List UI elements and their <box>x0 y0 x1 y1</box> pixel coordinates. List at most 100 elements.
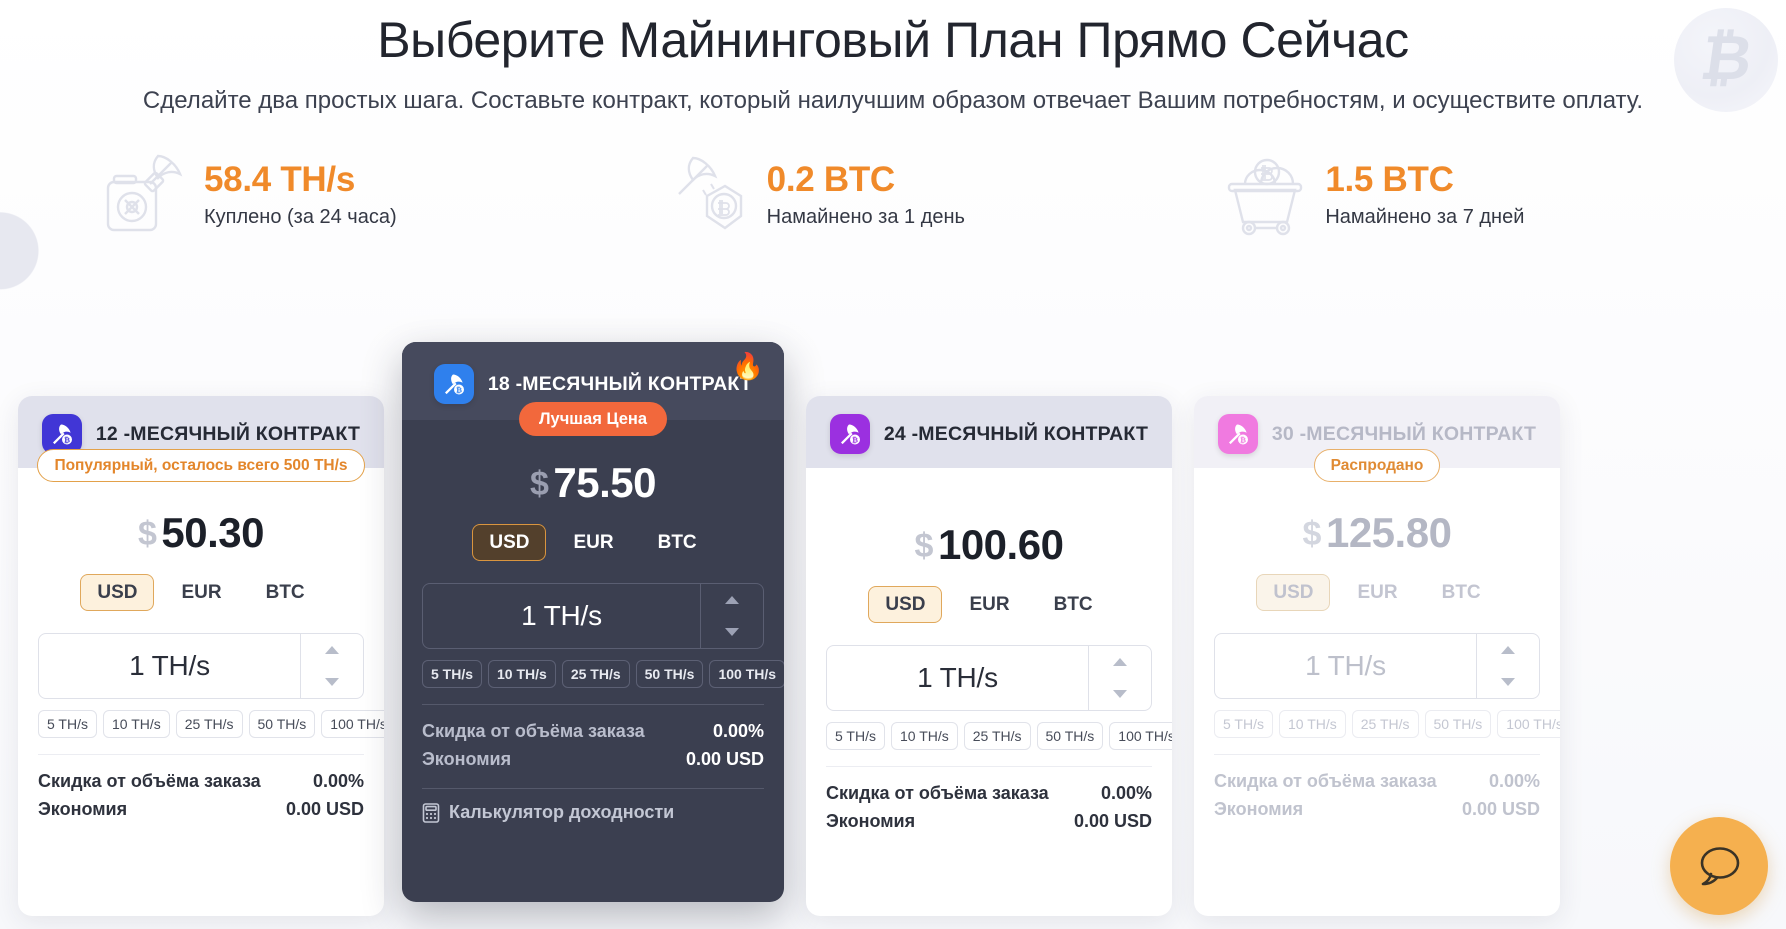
currency-symbol: $ <box>529 465 549 504</box>
currency-option-btc[interactable]: BTC <box>1037 586 1110 623</box>
price-value: 50.30 <box>161 509 265 557</box>
hashrate-presets[interactable]: 5 TH/s 10 TH/s 25 TH/s 50 TH/s 100 TH/s <box>826 722 1172 751</box>
stat-bought-24h: 58.4 TH/s Куплено (за 24 часа) <box>60 154 605 236</box>
pickaxe-bitcoin-icon: ₿ <box>1217 414 1258 454</box>
stepper-up-icon[interactable] <box>1089 646 1151 678</box>
currency-option-eur[interactable]: EUR <box>952 586 1026 623</box>
stepper-up-icon[interactable] <box>701 584 763 616</box>
stepper-down-icon[interactable] <box>1089 678 1151 710</box>
stepper-up-icon[interactable] <box>301 634 363 666</box>
price-value: 100.60 <box>937 521 1064 568</box>
chat-bubble-icon <box>1695 843 1743 889</box>
pricing-page: ₿ Выберите Майнинговый План Прямо Сейчас… <box>0 0 1786 929</box>
hashrate-stepper[interactable]: 1 TH/s <box>422 583 764 650</box>
plan-badge-wrap: Лучшая Цена <box>402 402 784 437</box>
svg-text:₿: ₿ <box>456 386 462 395</box>
stepper-down-icon[interactable] <box>701 616 763 648</box>
plan-summary: Скидка от объёма заказа 0.00% Экономия 0… <box>1214 754 1540 824</box>
currency-symbol: $ <box>137 515 157 554</box>
plan-name: 24 -МЕСЯЧНЫЙ КОНТРАКТ <box>883 422 1149 445</box>
plan-cards: ₿ 12 -МЕСЯЧНЫЙ КОНТРАКТ Популярный, оста… <box>0 342 1786 929</box>
page-title: Выберите Майнинговый План Прямо Сейчас <box>377 12 1409 68</box>
currency-option-usd[interactable]: USD <box>868 586 943 623</box>
stat-value: 58.4 TH/s <box>204 159 355 199</box>
discount-row: Скидка от объёма заказа 0.00% <box>38 768 364 796</box>
hashrate-value[interactable]: 1 TH/s <box>39 634 300 698</box>
stepper-buttons <box>1476 634 1539 699</box>
savings-row: Экономия 0.00 USD <box>1214 796 1540 824</box>
hashrate-stepper[interactable]: 1 TH/s <box>826 645 1152 711</box>
preset-10[interactable]: 10 TH/s <box>890 722 958 751</box>
currency-selector[interactable]: USD EUR BTC <box>18 574 384 612</box>
preset-25[interactable]: 25 TH/s <box>175 710 243 739</box>
currency-option-usd[interactable]: USD <box>472 524 547 562</box>
plan-card-header: ₿ 24 -МЕСЯЧНЫЙ КОНТРАКТ <box>806 396 1172 468</box>
currency-selector: USD EUR BTC <box>1194 574 1560 612</box>
stats-row: 58.4 TH/s Куплено (за 24 часа) 0.2 BTC Н… <box>0 154 1786 236</box>
discount-label: Скидка от объёма заказа <box>826 783 1049 804</box>
preset-25[interactable]: 25 TH/s <box>561 660 630 689</box>
preset-5[interactable]: 5 TH/s <box>422 660 483 689</box>
hashrate-stepper[interactable]: 1 TH/s <box>38 633 364 700</box>
plan-badge-wrap: Распродано <box>1194 449 1560 483</box>
preset-50[interactable]: 50 TH/s <box>248 710 316 739</box>
preset-100[interactable]: 100 TH/s <box>709 660 784 689</box>
preset-10[interactable]: 10 TH/s <box>102 710 170 739</box>
stepper-down-icon[interactable] <box>301 666 363 698</box>
plan-summary: Скидка от объёма заказа 0.00% Экономия 0… <box>38 754 364 824</box>
savings-value: 0.00 USD <box>285 799 364 820</box>
plan-card-30-month-sold-out[interactable]: ₿ 30 -МЕСЯЧНЫЙ КОНТРАКТ Распродано $125.… <box>1194 396 1560 916</box>
price-value: 125.80 <box>1325 509 1452 557</box>
plan-name: 12 -МЕСЯЧНЫЙ КОНТРАКТ <box>95 422 361 445</box>
currency-selector[interactable]: USD EUR BTC <box>806 586 1172 623</box>
currency-option-btc[interactable]: BTC <box>641 524 714 561</box>
stat-mined-1day: 0.2 BTC Намайнено за 1 день <box>605 154 1168 236</box>
preset-5: 5 TH/s <box>1214 710 1273 739</box>
hashrate-presets: 5 TH/s 10 TH/s 25 TH/s 50 TH/s 100 TH/s <box>1214 710 1560 739</box>
plan-card-18-month-featured[interactable]: ₿ 18 -МЕСЯЧНЫЙ КОНТРАКТ 🔥 Лучшая Цена $7… <box>402 342 784 902</box>
plan-summary: Скидка от объёма заказа 0.00% Экономия 0… <box>422 704 764 774</box>
plan-card-12-month[interactable]: ₿ 12 -МЕСЯЧНЫЙ КОНТРАКТ Популярный, оста… <box>18 396 384 916</box>
stepper-down-icon <box>1477 666 1539 698</box>
preset-50[interactable]: 50 TH/s <box>635 660 704 689</box>
hashrate-presets[interactable]: 5 TH/s 10 TH/s 25 TH/s 50 TH/s 100 TH/s <box>422 660 784 689</box>
plan-badge-popular: Популярный, осталось всего 500 TH/s <box>37 449 365 483</box>
preset-5[interactable]: 5 TH/s <box>38 710 97 739</box>
pickaxe-coin-icon <box>663 154 751 236</box>
hashrate-presets[interactable]: 5 TH/s 10 TH/s 25 TH/s 50 TH/s 100 TH/s <box>38 710 384 739</box>
preset-100[interactable]: 100 TH/s <box>1109 722 1172 751</box>
stat-value: 0.2 BTC <box>766 159 896 199</box>
preset-50[interactable]: 50 TH/s <box>1036 722 1104 751</box>
preset-100[interactable]: 100 TH/s <box>321 710 384 739</box>
preset-10[interactable]: 10 TH/s <box>488 660 556 689</box>
discount-label: Скидка от объёма заказа <box>1214 771 1437 792</box>
profitability-calculator-link[interactable]: Калькулятор доходности <box>422 788 764 823</box>
chat-widget-button[interactable] <box>1670 817 1768 915</box>
plan-price: $75.50 <box>402 462 784 504</box>
plan-card-24-month[interactable]: ₿ 24 -МЕСЯЧНЫЙ КОНТРАКТ $100.60 USD EUR … <box>806 396 1172 916</box>
currency-option-usd[interactable]: USD <box>80 574 155 612</box>
discount-row: Скидка от объёма заказа 0.00% <box>826 780 1152 808</box>
discount-value: 0.00% <box>1100 783 1152 804</box>
savings-row: Экономия 0.00 USD <box>422 746 764 774</box>
stepper-buttons[interactable] <box>700 584 763 649</box>
currency-option-eur[interactable]: EUR <box>556 524 630 561</box>
calculator-label: Калькулятор доходности <box>449 802 675 823</box>
currency-option-btc[interactable]: BTC <box>249 574 322 611</box>
discount-label: Скидка от объёма заказа <box>422 721 645 742</box>
stepper-buttons[interactable] <box>1088 646 1151 710</box>
plan-name: 18 -МЕСЯЧНЫЙ КОНТРАКТ <box>487 372 753 395</box>
hashrate-value[interactable]: 1 TH/s <box>827 646 1088 710</box>
stat-value: 1.5 BTC <box>1325 159 1454 199</box>
plan-price: $125.80 <box>1194 512 1560 554</box>
preset-5[interactable]: 5 TH/s <box>826 722 885 751</box>
stepper-buttons[interactable] <box>300 634 363 699</box>
preset-100: 100 TH/s <box>1497 710 1560 739</box>
currency-option-eur[interactable]: EUR <box>164 574 238 611</box>
currency-selector[interactable]: USD EUR BTC <box>402 524 784 562</box>
discount-value: 0.00% <box>712 721 764 742</box>
savings-label: Экономия <box>38 799 128 820</box>
savings-label: Экономия <box>826 810 916 831</box>
preset-25[interactable]: 25 TH/s <box>963 722 1031 751</box>
hashrate-value[interactable]: 1 TH/s <box>423 584 700 648</box>
